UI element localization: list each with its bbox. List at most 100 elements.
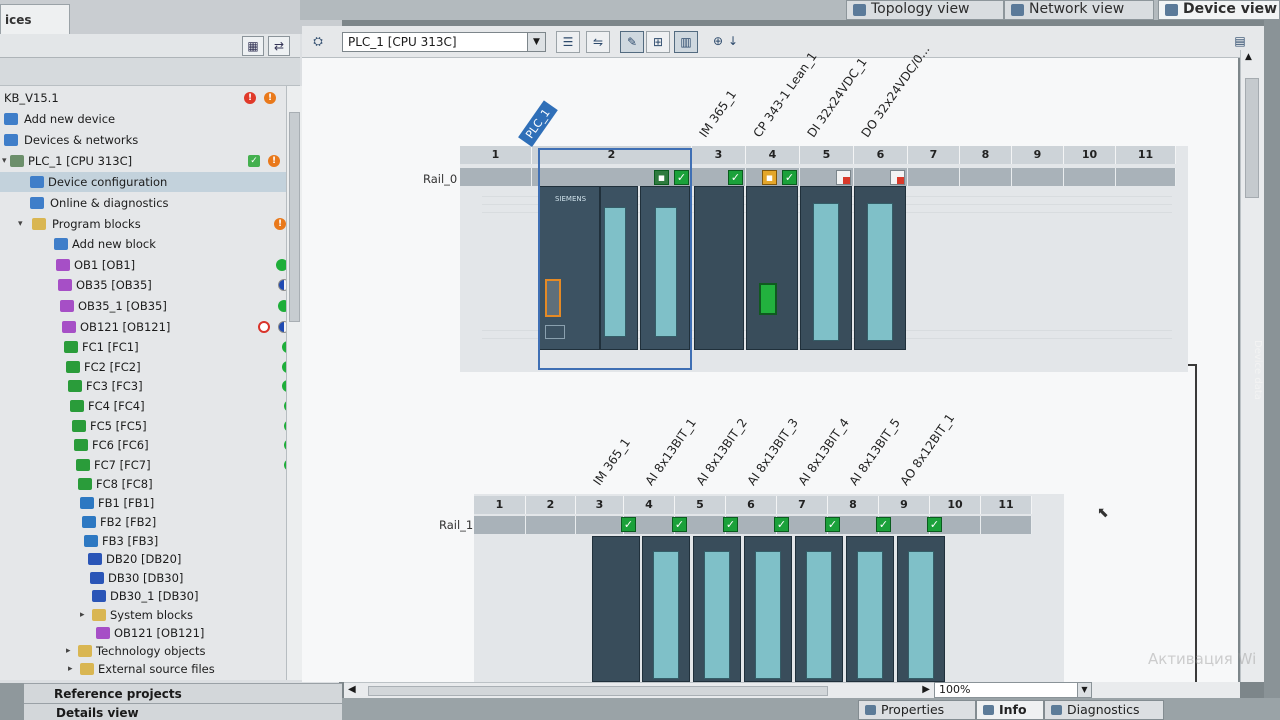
tab-properties[interactable]: Properties xyxy=(858,700,976,720)
di32-module[interactable] xyxy=(800,186,852,350)
slot-bar[interactable] xyxy=(1012,168,1064,186)
scroll-left-icon[interactable]: ◀ xyxy=(348,684,356,695)
tree-item-block[interactable]: FC4 [FC4] xyxy=(0,396,300,416)
tree-item-add-new-block[interactable]: Add new block xyxy=(0,234,300,254)
mouse-cursor-icon: ⬉ xyxy=(1097,505,1109,521)
analog-module[interactable] xyxy=(795,536,843,682)
tree-sync-icon[interactable]: ⇄ xyxy=(268,36,290,56)
tree-item-block[interactable]: FB1 [FB1] xyxy=(0,493,300,513)
tree-item-block[interactable]: FB2 [FB2] xyxy=(0,512,300,532)
slot-number: 6 xyxy=(726,496,777,514)
canvas-vertical-scrollbar-thumb[interactable] xyxy=(1245,78,1259,198)
canvas-horizontal-scrollbar[interactable]: ◀ ▶ xyxy=(344,682,934,698)
tree-item-block[interactable]: DB20 [DB20] xyxy=(0,549,300,569)
slot-bar[interactable] xyxy=(460,168,532,186)
db-icon xyxy=(88,553,102,565)
slot-bar[interactable] xyxy=(908,168,960,186)
device-data-side-label[interactable]: Device data xyxy=(1252,340,1263,400)
tree-item-block[interactable]: OB35_1 [OB35] xyxy=(0,296,300,316)
expand-caret-icon[interactable]: ▸ xyxy=(66,641,71,661)
details-view-header[interactable]: Details view xyxy=(24,703,342,720)
tree-item-plc[interactable]: ▾ PLC_1 [CPU 313C] ✓ ! xyxy=(0,151,300,171)
tree-item-block[interactable]: FC3 [FC3] xyxy=(0,376,300,396)
zoom-select[interactable]: 100% ▼ xyxy=(934,682,1092,698)
tree-item-device-configuration[interactable]: Device configuration xyxy=(0,172,300,192)
expand-caret-icon[interactable]: ▸ xyxy=(80,605,85,625)
tree-scrollbar[interactable] xyxy=(286,86,302,680)
tree-item-label: FC5 [FC5] xyxy=(90,419,147,433)
canvas-horizontal-scrollbar-thumb[interactable] xyxy=(368,686,828,696)
tree-item-project-root[interactable]: KB_V15.1 ! ! xyxy=(0,88,300,108)
analog-module[interactable] xyxy=(897,536,945,682)
rack-icon[interactable]: ⇋ xyxy=(586,31,610,53)
tree-item-block[interactable]: FC2 [FC2] xyxy=(0,357,300,377)
device-data-side-strip[interactable] xyxy=(1264,20,1280,720)
tree-item-label: FC1 [FC1] xyxy=(82,340,139,354)
pen-icon[interactable]: ✎ xyxy=(620,31,644,53)
tree-item-block[interactable]: OB121 [OB121] xyxy=(0,623,300,643)
tree-item-online-diagnostics[interactable]: Online & diagnostics xyxy=(0,193,300,213)
tree-scrollbar-thumb[interactable] xyxy=(289,112,300,322)
grid-icon[interactable]: ⊞ xyxy=(646,31,670,53)
rack0-label: Rail_0 xyxy=(423,172,458,186)
fc-icon xyxy=(70,400,84,412)
tab-device-view[interactable]: Device view xyxy=(1158,0,1280,20)
tree-item-block[interactable]: OB1 [OB1] xyxy=(0,255,300,275)
slot-bar[interactable] xyxy=(1116,168,1176,186)
zoom-slider-area[interactable] xyxy=(1092,682,1240,698)
scroll-up-icon[interactable]: ▲ xyxy=(1245,52,1252,62)
slot-bar[interactable] xyxy=(960,168,1012,186)
tree-item-devices-networks[interactable]: Devices & networks xyxy=(0,130,300,150)
tree-item-block[interactable]: FC7 [FC7] xyxy=(0,455,300,475)
tree-item-block[interactable]: FB3 [FB3] xyxy=(0,531,300,551)
do32-module[interactable] xyxy=(854,186,906,350)
device-tree-icon[interactable]: ⛭ xyxy=(306,31,330,53)
consistent-status-icon: ✓ xyxy=(248,155,260,167)
tab-info[interactable]: Info xyxy=(976,700,1044,720)
device-overview-icon[interactable]: ☰ xyxy=(556,31,580,53)
slot-bar[interactable] xyxy=(981,516,1032,534)
chevron-down-icon[interactable]: ▼ xyxy=(1077,683,1091,697)
tab-network-view[interactable]: Network view xyxy=(1004,0,1154,20)
tab-label: Network view xyxy=(1029,1,1125,17)
folder-icon xyxy=(78,645,92,657)
tab-diagnostics[interactable]: Diagnostics xyxy=(1044,700,1164,720)
chevron-down-icon[interactable]: ▼ xyxy=(527,33,545,51)
tree-item-block[interactable]: FC8 [FC8] xyxy=(0,474,300,494)
scroll-right-icon[interactable]: ▶ xyxy=(922,684,930,695)
analog-module[interactable] xyxy=(744,536,792,682)
project-tree-tab[interactable]: ices xyxy=(0,4,70,34)
tree-item-system-blocks[interactable]: ▸ System blocks xyxy=(0,605,300,625)
tree-overview-icon[interactable]: ▦ xyxy=(242,36,264,56)
tab-topology-view[interactable]: Topology view xyxy=(846,0,1004,20)
tree-item-block[interactable]: OB121 [OB121] xyxy=(0,317,300,337)
analog-module[interactable] xyxy=(642,536,690,682)
im365-module-rack1[interactable] xyxy=(592,536,640,682)
im365-module[interactable] xyxy=(694,186,744,350)
slot-bar[interactable] xyxy=(526,516,576,534)
analog-module[interactable] xyxy=(693,536,741,682)
tree-item-block[interactable]: OB35 [OB35] xyxy=(0,275,300,295)
analog-module[interactable] xyxy=(846,536,894,682)
reference-projects-header[interactable]: Reference projects xyxy=(24,683,342,703)
tree-item-program-blocks[interactable]: ▾ Program blocks ! xyxy=(0,214,300,234)
zoom-dropdown-icon[interactable]: ↓ xyxy=(726,31,740,53)
device-select[interactable]: PLC_1 [CPU 313C] ▼ xyxy=(342,32,546,52)
tree-item-block[interactable]: DB30_1 [DB30] xyxy=(0,586,300,606)
slot-bar[interactable] xyxy=(1064,168,1116,186)
tree-item-block[interactable]: DB30 [DB30] xyxy=(0,568,300,588)
tree-item-technology-objects[interactable]: ▸ Technology objects xyxy=(0,641,300,661)
expand-caret-icon[interactable]: ▾ xyxy=(2,151,7,171)
tree-item-block[interactable]: FC5 [FC5] xyxy=(0,416,300,436)
tree-item-block[interactable]: FC1 [FC1] xyxy=(0,337,300,357)
tree-item-block[interactable]: FC6 [FC6] xyxy=(0,435,300,455)
tree-item-external-source-files[interactable]: ▸ External source files xyxy=(0,659,300,679)
expand-caret-icon[interactable]: ▾ xyxy=(18,214,23,234)
table-icon[interactable]: ▥ xyxy=(674,31,698,53)
inspector-tab-bar: Properties Info Diagnostics xyxy=(342,698,1280,720)
cp343-module[interactable] xyxy=(746,186,798,350)
slot-bar[interactable] xyxy=(474,516,526,534)
slot-bar[interactable] xyxy=(576,516,624,534)
tree-item-add-new-device[interactable]: Add new device xyxy=(0,109,300,129)
expand-caret-icon[interactable]: ▸ xyxy=(68,659,73,679)
